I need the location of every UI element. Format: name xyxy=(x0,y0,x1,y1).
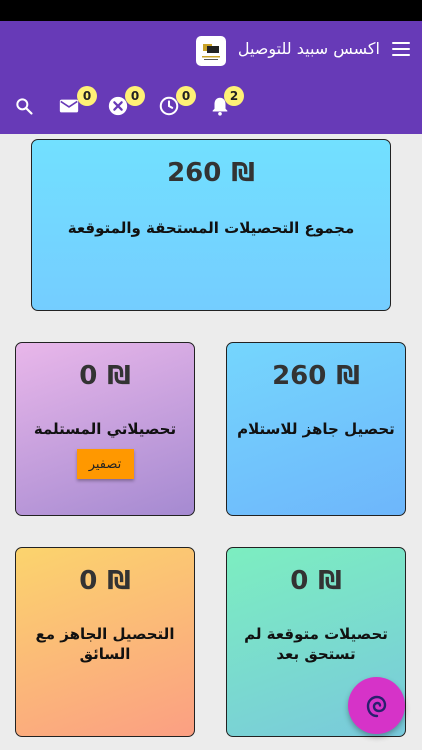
driver-card-label: التحصيل الجاهز مع السائق xyxy=(35,625,175,663)
notifications-badge: 2 xyxy=(224,86,244,106)
driver-collections-card[interactable]: 0 ₪ التحصيل الجاهز مع السائق xyxy=(15,547,195,737)
mail-icon[interactable]: 0 xyxy=(57,86,97,118)
driver-amount: 0 ₪ xyxy=(79,566,131,596)
total-amount-value: 260 xyxy=(167,158,222,188)
clock-icon[interactable]: 0 xyxy=(157,86,196,118)
pending-badge: 0 xyxy=(176,86,196,106)
floating-action-button[interactable] xyxy=(348,677,405,734)
driver-amount-value: 0 xyxy=(79,566,98,596)
search-icon[interactable] xyxy=(12,94,36,118)
total-amount: 260 ₪ xyxy=(167,158,255,188)
shekel-icon: ₪ xyxy=(107,361,131,391)
messages-badge: 0 xyxy=(77,86,97,106)
ready-collections-card[interactable]: 260 ₪ تحصيل جاهز للاستلام xyxy=(226,342,406,516)
received-amount-value: 0 xyxy=(79,361,98,391)
received-amount: 0 ₪ xyxy=(79,361,131,391)
ready-card-label: تحصيل جاهز للاستلام xyxy=(237,420,395,438)
received-collections-card[interactable]: 0 ₪ تحصيلاتي المستلمة تصفير xyxy=(15,342,195,516)
cancelled-badge: 0 xyxy=(125,86,145,106)
ready-amount-value: 260 xyxy=(272,361,327,391)
expected-amount: 0 ₪ xyxy=(290,566,342,596)
expected-amount-value: 0 xyxy=(290,566,309,596)
shekel-icon: ₪ xyxy=(336,361,360,391)
spiral-icon xyxy=(366,695,386,717)
total-card-label: مجموع التحصيلات المستحقة والمتوقعة xyxy=(67,219,355,237)
shekel-icon: ₪ xyxy=(231,158,255,188)
expected-card-label: تحصيلات متوقعة لم تستحق بعد xyxy=(244,625,388,663)
received-card-label: تحصيلاتي المستلمة xyxy=(33,420,177,438)
app-logo-icon xyxy=(196,36,226,66)
shekel-icon: ₪ xyxy=(318,566,342,596)
reset-button[interactable]: تصفير xyxy=(76,449,134,479)
app-title: اكسس سبيد للتوصيل xyxy=(237,39,380,58)
menu-icon[interactable] xyxy=(390,38,412,60)
cancel-icon[interactable]: 0 xyxy=(106,86,145,118)
status-bar xyxy=(0,0,422,21)
shekel-icon: ₪ xyxy=(107,566,131,596)
bell-icon[interactable]: 2 xyxy=(208,86,244,118)
app-bar: اكسس سبيد للتوصيل 0 0 0 2 xyxy=(0,21,422,134)
ready-amount: 260 ₪ xyxy=(272,361,360,391)
total-collections-card[interactable]: 260 ₪ مجموع التحصيلات المستحقة والمتوقعة xyxy=(31,139,391,311)
